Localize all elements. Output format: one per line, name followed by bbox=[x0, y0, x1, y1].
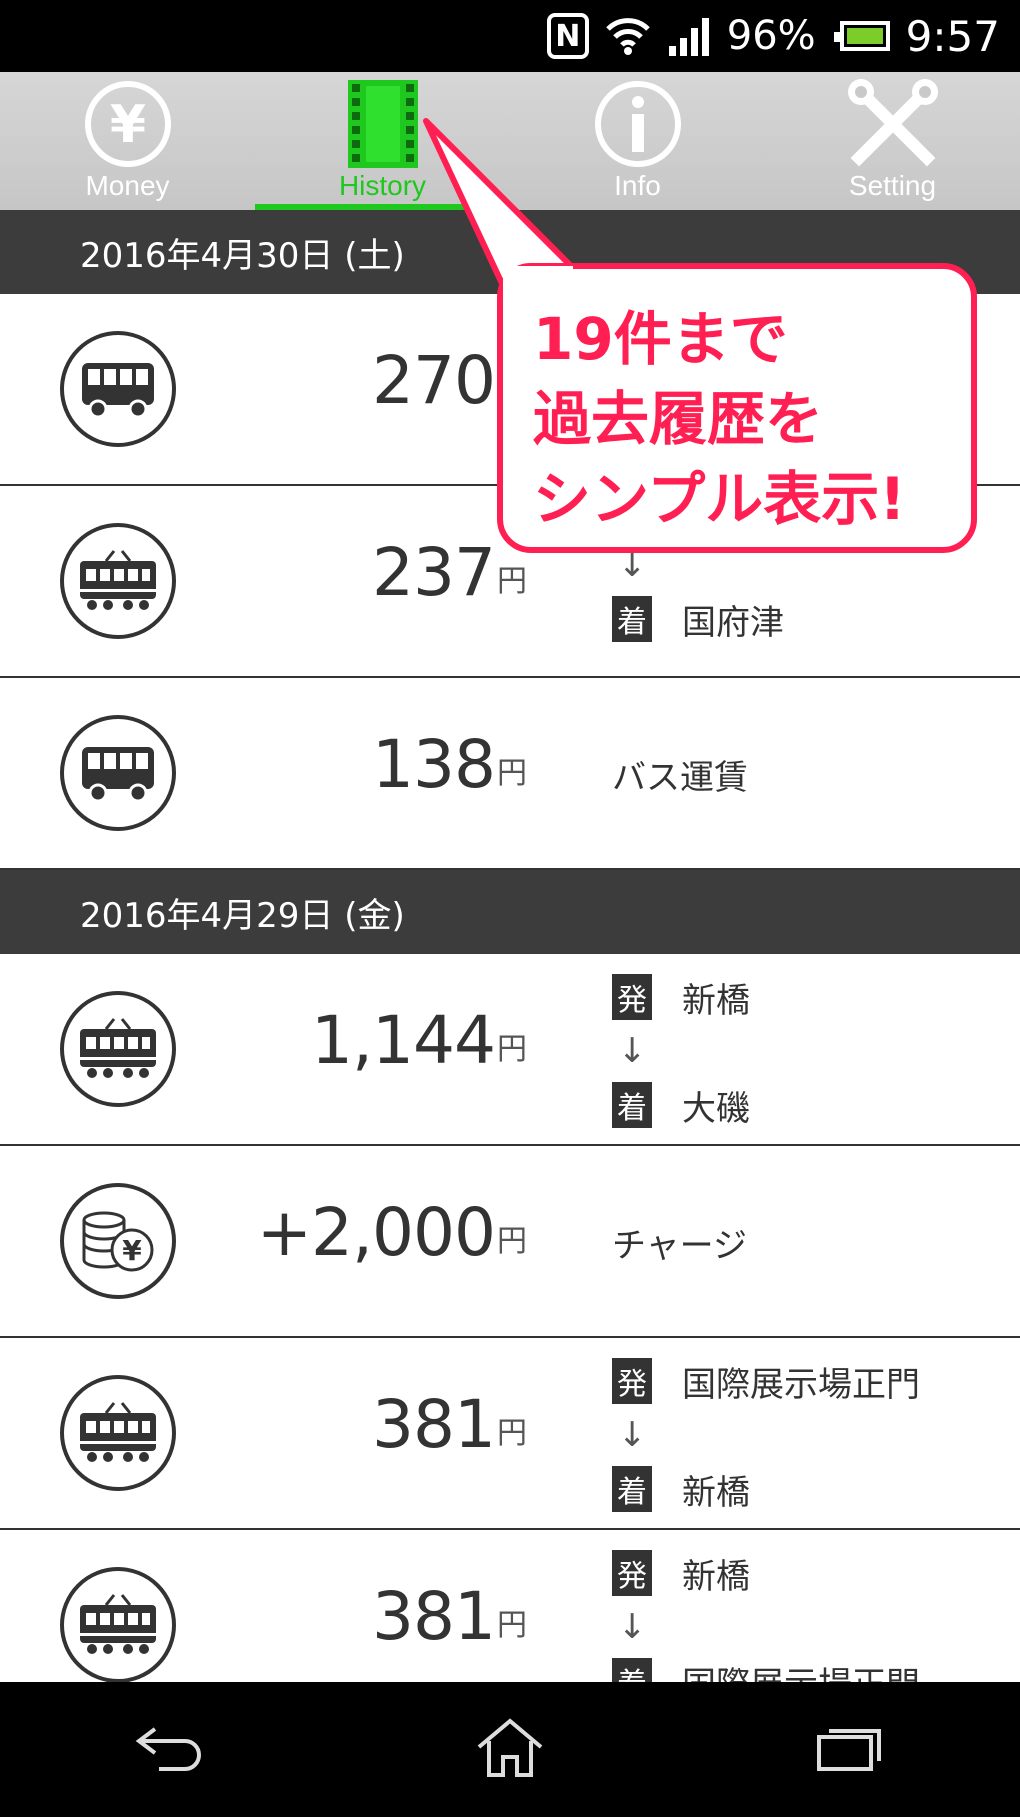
battery-icon bbox=[833, 21, 890, 51]
description: バス運賃 bbox=[612, 758, 748, 798]
nfc-icon: N bbox=[546, 13, 589, 59]
film-strip-icon bbox=[344, 78, 422, 170]
train-icon bbox=[60, 1567, 176, 1682]
yen-unit: 円 bbox=[497, 756, 527, 791]
date-header: 2016年4月29日 (金) bbox=[0, 870, 1020, 954]
arrival-badge: 着 bbox=[612, 1658, 652, 1682]
departure-station: 新橋 bbox=[682, 980, 750, 1021]
coins-yen-icon: ¥ bbox=[60, 1183, 176, 1299]
yen-unit: 円 bbox=[497, 1416, 527, 1451]
departure-stop: 発 国際展示場正門 bbox=[612, 1356, 1012, 1406]
departure-badge: 発 bbox=[612, 974, 652, 1020]
tools-icon bbox=[847, 78, 939, 170]
tab-history-label: History bbox=[338, 170, 427, 201]
departure-stop: 発 新橋 bbox=[612, 972, 1012, 1022]
signal-icon bbox=[667, 16, 711, 56]
yen-unit: 円 bbox=[497, 1608, 527, 1643]
wifi-icon bbox=[605, 16, 651, 56]
history-row[interactable]: 381 円 発 新橋 ↓ 着 国際展示場正門 bbox=[0, 1530, 1020, 1682]
callout-line-2: 過去履歴を bbox=[533, 385, 824, 453]
history-row[interactable]: ¥ +2,000 円 チャージ bbox=[0, 1146, 1020, 1338]
home-icon[interactable] bbox=[475, 1717, 545, 1783]
tab-setting-label: Setting bbox=[848, 170, 937, 201]
arrival-badge: 着 bbox=[612, 596, 652, 642]
route-arrow: ↓ bbox=[618, 1415, 647, 1455]
yen-unit: 円 bbox=[497, 1224, 527, 1259]
history-row[interactable]: 1,144 円 発 新橋 ↓ 着 大磯 bbox=[0, 954, 1020, 1146]
navigation-bar bbox=[0, 1682, 1020, 1817]
departure-station: 新橋 bbox=[682, 1556, 750, 1597]
description: チャージ bbox=[612, 1226, 747, 1266]
train-icon bbox=[60, 1375, 176, 1491]
arrival-station: 国府津 bbox=[682, 602, 784, 643]
arrival-stop: 着 新橋 bbox=[612, 1464, 1012, 1514]
callout-line-3: シンプル表示! bbox=[533, 465, 906, 533]
battery-percent: 96% bbox=[726, 13, 816, 59]
tab-setting[interactable]: Setting bbox=[765, 72, 1020, 210]
callout: 19件まで 過去履歴を シンプル表示! bbox=[497, 263, 977, 553]
arrival-stop: 着 国際展示場正門 bbox=[612, 1656, 1012, 1682]
route-arrow: ↓ bbox=[618, 1607, 647, 1647]
departure-badge: 発 bbox=[612, 1550, 652, 1596]
arrival-station: 新橋 bbox=[682, 1472, 750, 1513]
history-row[interactable]: 138 円 バス運賃 bbox=[0, 678, 1020, 870]
arrival-station: 国際展示場正門 bbox=[682, 1657, 920, 1683]
arrival-badge: 着 bbox=[612, 1082, 652, 1128]
bus-icon bbox=[60, 715, 176, 831]
svg-text:¥: ¥ bbox=[122, 1234, 142, 1267]
recents-icon[interactable] bbox=[815, 1723, 885, 1777]
amount: 270 bbox=[372, 342, 496, 419]
arrival-station: 大磯 bbox=[682, 1088, 750, 1129]
route: 発 新橋 ↓ 着 国際展示場正門 bbox=[612, 1548, 1012, 1682]
route: 発 新橋 ↓ 着 大磯 bbox=[612, 972, 1012, 1130]
amount: 381 bbox=[372, 1578, 496, 1655]
train-icon bbox=[60, 523, 176, 639]
departure-stop: 発 新橋 bbox=[612, 1548, 1012, 1598]
bus-icon bbox=[60, 331, 176, 447]
yen-coin-icon: ¥ bbox=[82, 78, 174, 170]
back-icon[interactable] bbox=[135, 1723, 205, 1777]
tab-money[interactable]: ¥ Money bbox=[0, 72, 255, 210]
route-arrow: ↓ bbox=[618, 1031, 647, 1071]
svg-text:¥: ¥ bbox=[109, 95, 145, 155]
arrival-stop: 着 国府津 bbox=[612, 594, 1012, 644]
departure-station: 国際展示場正門 bbox=[682, 1364, 920, 1405]
yen-unit: 円 bbox=[497, 1032, 527, 1067]
arrival-stop: 着 大磯 bbox=[612, 1080, 1012, 1130]
amount: 237 bbox=[372, 534, 496, 611]
amount: 381 bbox=[372, 1386, 496, 1463]
clock: 9:57 bbox=[905, 11, 1000, 61]
tab-info-label: Info bbox=[614, 170, 661, 201]
history-row[interactable]: 381 円 発 国際展示場正門 ↓ 着 新橋 bbox=[0, 1338, 1020, 1530]
route: 発 国際展示場正門 ↓ 着 新橋 bbox=[612, 1356, 1012, 1514]
amount: 1,144 bbox=[311, 1002, 496, 1079]
callout-line-1: 19件まで bbox=[533, 305, 788, 373]
departure-badge: 発 bbox=[612, 1358, 652, 1404]
train-icon bbox=[60, 991, 176, 1107]
status-bar: N 96% 9:57 bbox=[0, 0, 1020, 72]
tab-money-label: Money bbox=[85, 170, 170, 201]
yen-unit: 円 bbox=[497, 564, 527, 599]
callout-tail-joint bbox=[503, 266, 573, 296]
amount: +2,000 bbox=[256, 1194, 496, 1271]
arrival-badge: 着 bbox=[612, 1466, 652, 1512]
amount: 138 bbox=[372, 726, 496, 803]
